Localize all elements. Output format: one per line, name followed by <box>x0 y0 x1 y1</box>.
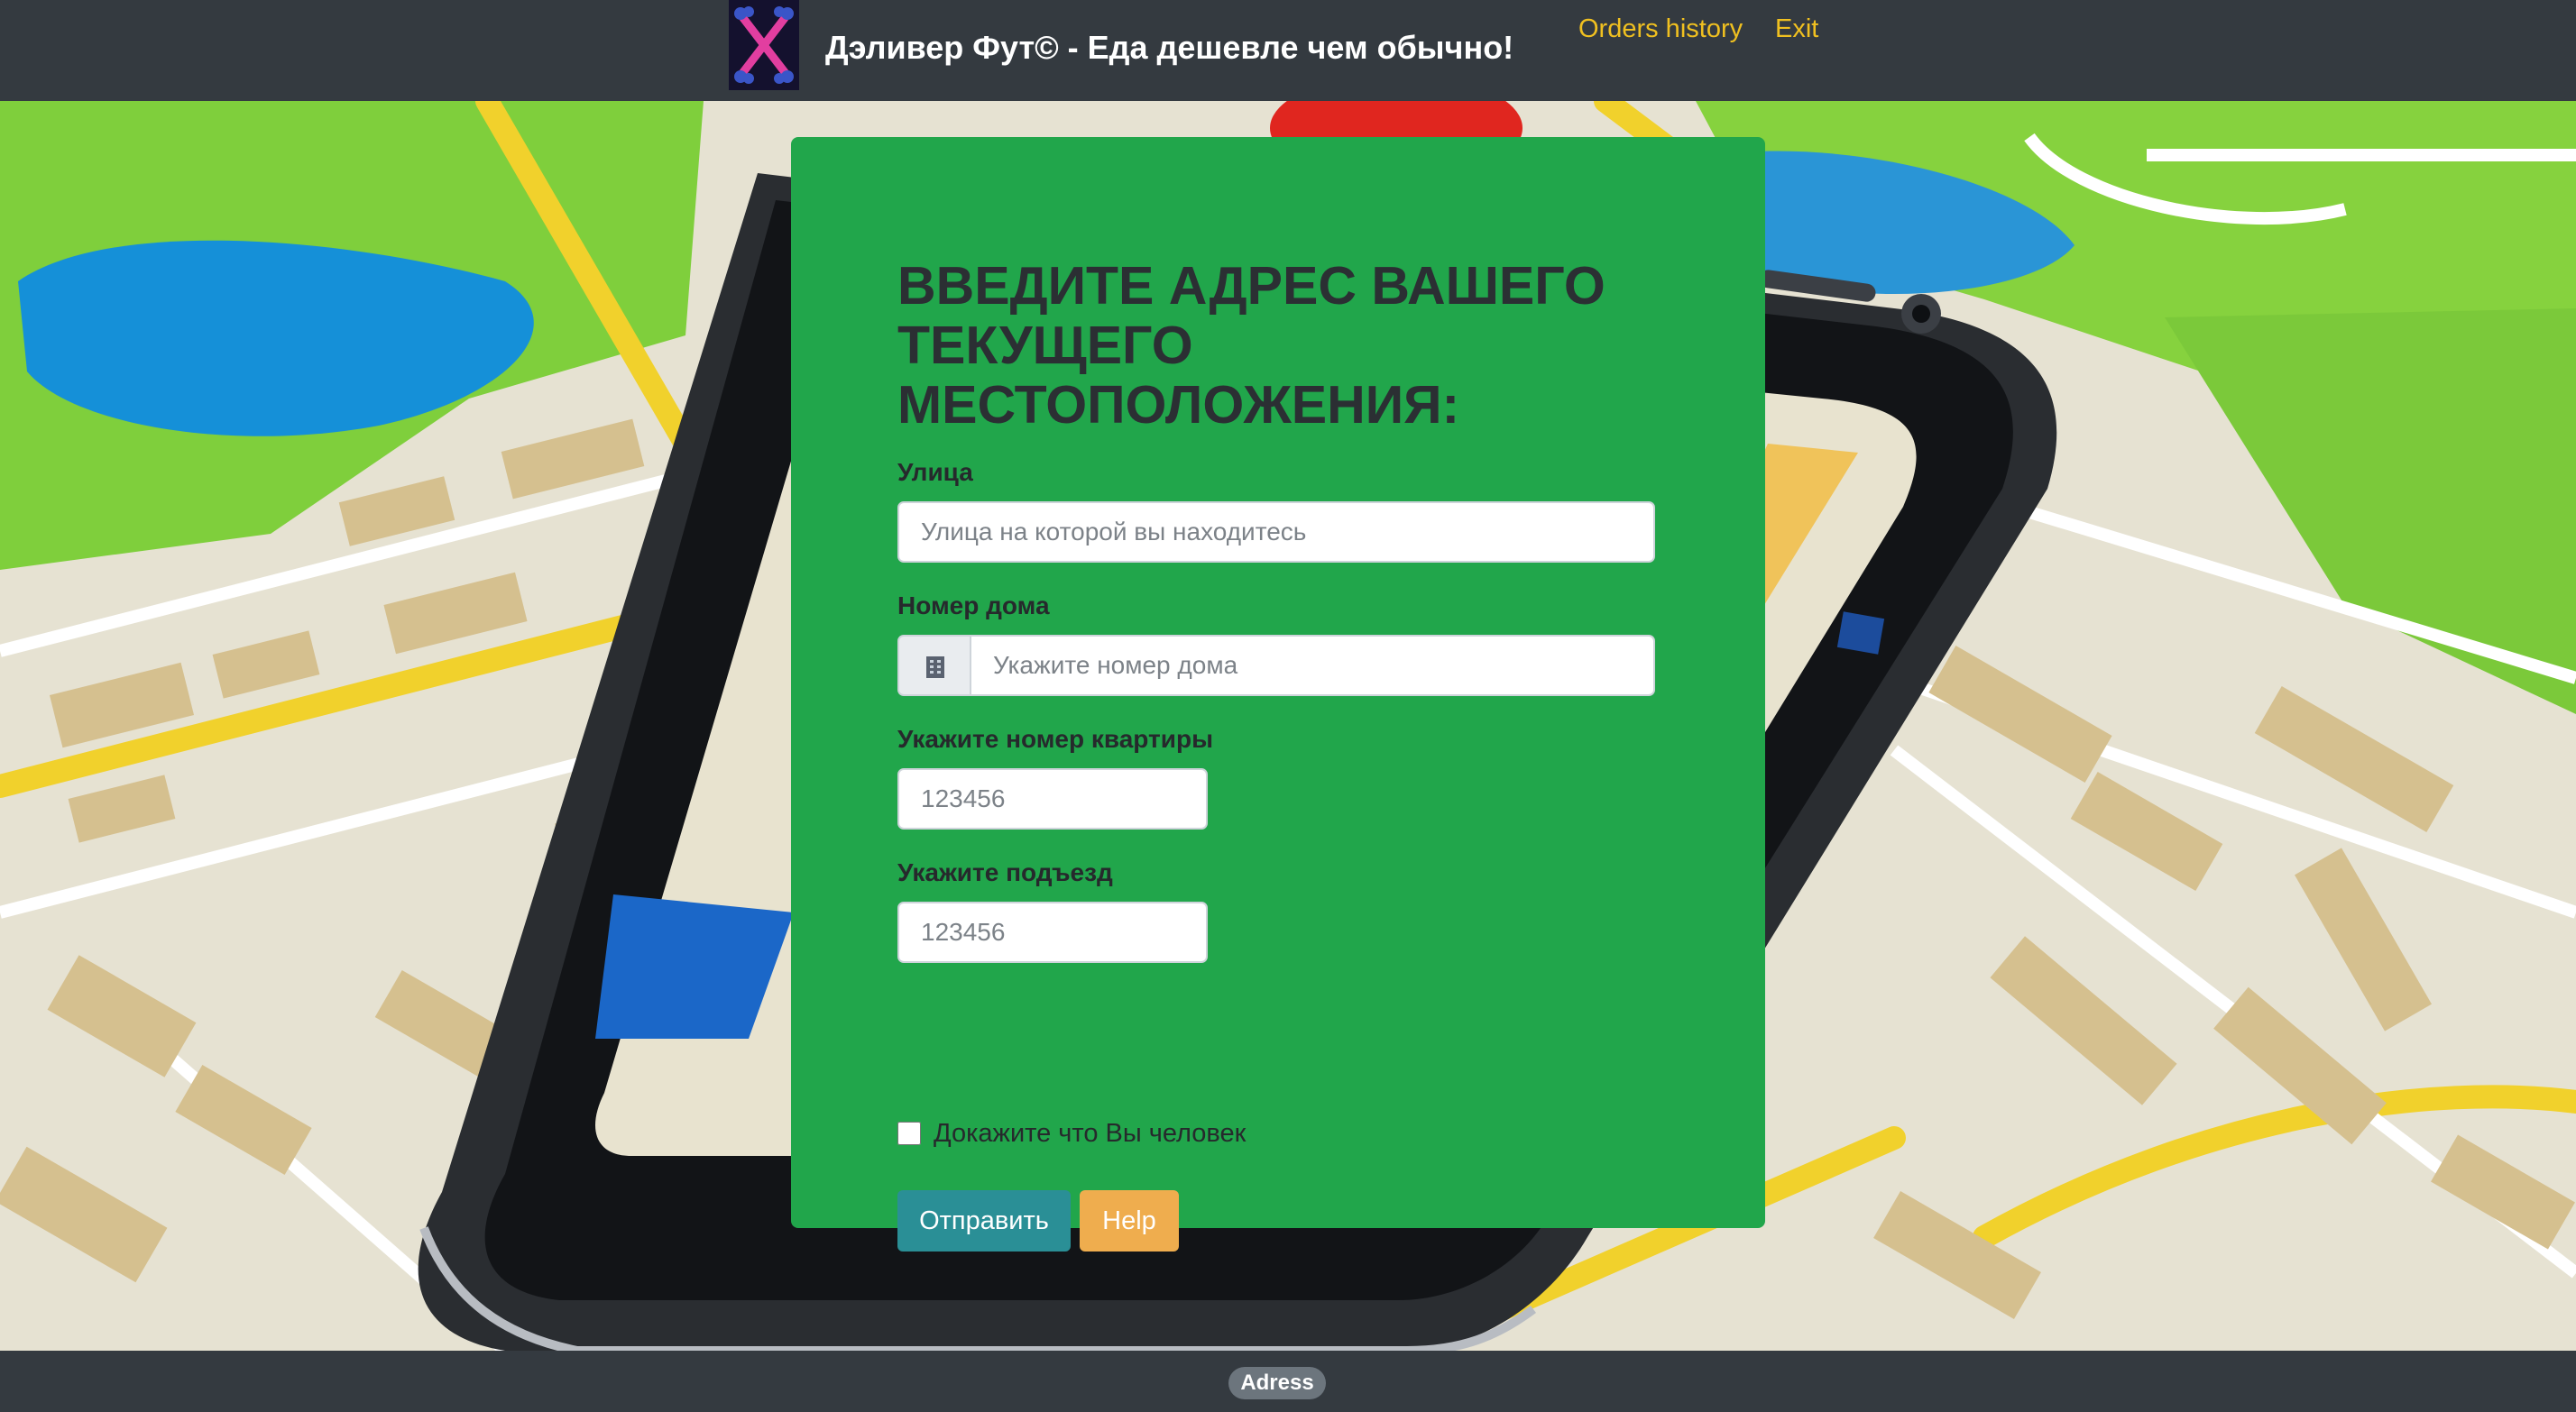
apartment-input[interactable] <box>897 768 1208 830</box>
submit-button[interactable]: Отправить <box>897 1190 1071 1252</box>
house-number-label: Номер дома <box>897 591 1050 619</box>
building-icon <box>926 656 944 678</box>
apartment-label: Укажите номер квартиры <box>897 725 1213 753</box>
footer-bar: Adress <box>0 1351 2576 1412</box>
exit-link[interactable]: Exit <box>1775 11 1818 47</box>
address-form-card: ВВЕДИТЕ АДРЕС ВАШЕГО ТЕКУЩЕГО МЕСТОПОЛОЖ… <box>791 137 1765 1252</box>
brand-title[interactable]: Дэливер Фут© - Еда дешевле чем обычно! <box>825 25 1513 70</box>
street-label: Улица <box>897 458 973 486</box>
human-check-checkbox[interactable] <box>897 1122 921 1145</box>
form-title: ВВЕДИТЕ АДРЕС ВАШЕГО ТЕКУЩЕГО МЕСТОПОЛОЖ… <box>897 256 1605 435</box>
human-check-label[interactable]: Докажите что Вы человек <box>934 1116 1246 1151</box>
entrance-label: Укажите подъезд <box>897 858 1113 886</box>
crossed-bones-logo-icon[interactable] <box>729 0 799 90</box>
help-button[interactable]: Help <box>1080 1190 1179 1252</box>
top-navbar: Дэливер Фут© - Еда дешевле чем обычно! O… <box>0 0 2576 101</box>
entrance-input[interactable] <box>897 902 1208 963</box>
house-number-addon <box>897 635 970 696</box>
orders-history-link[interactable]: Orders history <box>1578 11 1743 47</box>
house-number-input[interactable] <box>970 635 1655 696</box>
street-input[interactable] <box>897 501 1655 563</box>
address-badge: Adress <box>1228 1367 1326 1399</box>
